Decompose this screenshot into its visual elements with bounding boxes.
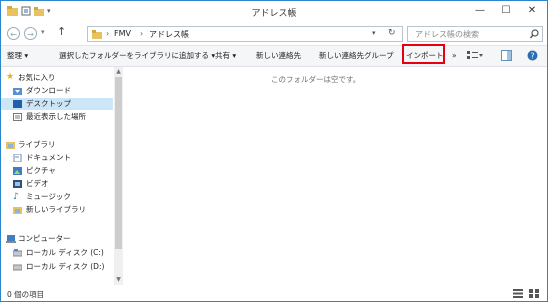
- preview-pane-icon[interactable]: [501, 50, 512, 64]
- maximize-button[interactable]: ☐: [493, 3, 519, 19]
- refresh-icon[interactable]: ↻: [388, 28, 396, 38]
- new-contact-group-button[interactable]: 新しい連絡先グループ: [319, 49, 394, 63]
- large-icons-view-icon[interactable]: [529, 289, 539, 300]
- breadcrumb-fmv[interactable]: FMV: [114, 29, 131, 38]
- desktop-icon: [13, 100, 22, 108]
- nav-libraries[interactable]: ライブラリ: [1, 139, 113, 151]
- scroll-down-arrow[interactable]: ▼: [114, 275, 123, 285]
- address-folder-icon: [92, 30, 102, 41]
- computer-icon: [6, 235, 16, 243]
- change-view-icon[interactable]: [467, 50, 483, 64]
- title-bar: ▾ アドレス帳 — ☐ ✕: [1, 1, 547, 23]
- navigation-pane: ★ お気に入り ダウンロード デスクトップ 最近表示した場所 ライブラリ ドキュ…: [1, 67, 124, 287]
- nav-item-new-library[interactable]: 新しいライブラリ: [1, 204, 113, 216]
- nav-item-documents[interactable]: ドキュメント: [1, 152, 113, 164]
- scroll-up-arrow[interactable]: ▲: [114, 67, 123, 77]
- address-bar[interactable]: › FMV › アドレス帳 ▾ ↻: [87, 26, 403, 42]
- breadcrumb-address-book[interactable]: アドレス帳: [149, 29, 189, 40]
- empty-folder-message: このフォルダーは空です。: [271, 75, 361, 84]
- status-bar: 0 個の項目: [1, 287, 547, 301]
- nav-item-downloads[interactable]: ダウンロード: [1, 85, 113, 97]
- more-commands-button[interactable]: »: [452, 49, 457, 63]
- nav-item-videos[interactable]: ビデオ: [1, 178, 113, 190]
- documents-icon: [13, 153, 22, 163]
- nav-item-drive-d[interactable]: ローカル ディスク (D:): [1, 261, 113, 273]
- scroll-thumb[interactable]: [115, 77, 122, 249]
- nav-label: デスクトップ: [26, 99, 71, 108]
- drive-icon: [12, 263, 23, 271]
- explorer-window: ▾ アドレス帳 — ☐ ✕ ← → ▾ ↑ › FMV › アドレス帳 ▾ ↻ …: [0, 0, 548, 302]
- video-icon: [13, 180, 22, 188]
- organize-button[interactable]: 整理 ▾: [7, 49, 28, 63]
- close-button[interactable]: ✕: [519, 3, 545, 19]
- library-icon: [13, 206, 22, 214]
- nav-label: 最近表示した場所: [26, 112, 86, 121]
- nav-item-pictures[interactable]: ピクチャ: [1, 165, 113, 177]
- share-button[interactable]: 共有 ▾: [215, 49, 236, 63]
- nav-item-recent-places[interactable]: 最近表示した場所: [1, 111, 113, 123]
- nav-computer[interactable]: コンピューター: [1, 233, 113, 245]
- nav-item-desktop[interactable]: デスクトップ: [1, 98, 113, 110]
- up-button[interactable]: ↑: [57, 25, 66, 38]
- nav-label: ダウンロード: [26, 86, 71, 95]
- command-bar: 整理 ▾ 選択したフォルダーをライブラリに追加する ▾ 共有 ▾ 新しい連絡先 …: [1, 45, 547, 67]
- nav-favorites[interactable]: ★ お気に入り: [1, 72, 113, 84]
- nav-label: 新しいライブラリ: [26, 205, 86, 214]
- item-count: 0 個の項目: [7, 290, 45, 299]
- details-view-icon[interactable]: [513, 289, 523, 300]
- recent-places-icon: [13, 113, 22, 121]
- search-input[interactable]: アドレス帳の検索: [415, 29, 479, 40]
- nav-label: コンピューター: [18, 234, 71, 243]
- address-dropdown-icon[interactable]: ▾: [372, 29, 376, 37]
- download-icon: [13, 87, 22, 95]
- help-icon[interactable]: ?: [527, 50, 538, 64]
- chevron-right-icon[interactable]: ›: [140, 29, 143, 38]
- minimize-button[interactable]: —: [467, 3, 493, 19]
- add-to-library-button[interactable]: 選択したフォルダーをライブラリに追加する ▾: [59, 49, 215, 63]
- nav-item-drive-c[interactable]: ローカル ディスク (C:): [1, 247, 113, 259]
- recent-locations-icon[interactable]: ▾: [41, 28, 45, 36]
- back-button[interactable]: ←: [7, 27, 20, 40]
- nav-label: ライブラリ: [18, 140, 56, 149]
- nav-item-music[interactable]: ♪ ミュージック: [1, 191, 113, 203]
- window-title: アドレス帳: [251, 9, 297, 19]
- library-icon: [6, 141, 15, 149]
- import-highlight-box: [402, 44, 445, 64]
- star-icon: ★: [6, 72, 15, 82]
- nav-label: ローカル ディスク (D:): [26, 262, 105, 271]
- new-contact-button[interactable]: 新しい連絡先: [256, 49, 301, 63]
- forward-button[interactable]: →: [24, 27, 37, 40]
- search-icon[interactable]: [529, 29, 539, 41]
- pictures-icon: [13, 167, 22, 175]
- nav-label: お気に入り: [18, 73, 56, 82]
- drive-icon: [12, 249, 23, 257]
- nav-label: ピクチャ: [26, 166, 56, 175]
- svg-text:?: ?: [530, 52, 534, 61]
- nav-label: ローカル ディスク (C:): [26, 248, 104, 257]
- chevron-right-icon[interactable]: ›: [106, 29, 109, 38]
- nav-label: ビデオ: [26, 179, 49, 188]
- nav-label: ドキュメント: [26, 153, 71, 162]
- music-icon: ♪: [13, 192, 19, 202]
- search-box[interactable]: アドレス帳の検索: [407, 26, 543, 42]
- nav-label: ミュージック: [26, 192, 71, 201]
